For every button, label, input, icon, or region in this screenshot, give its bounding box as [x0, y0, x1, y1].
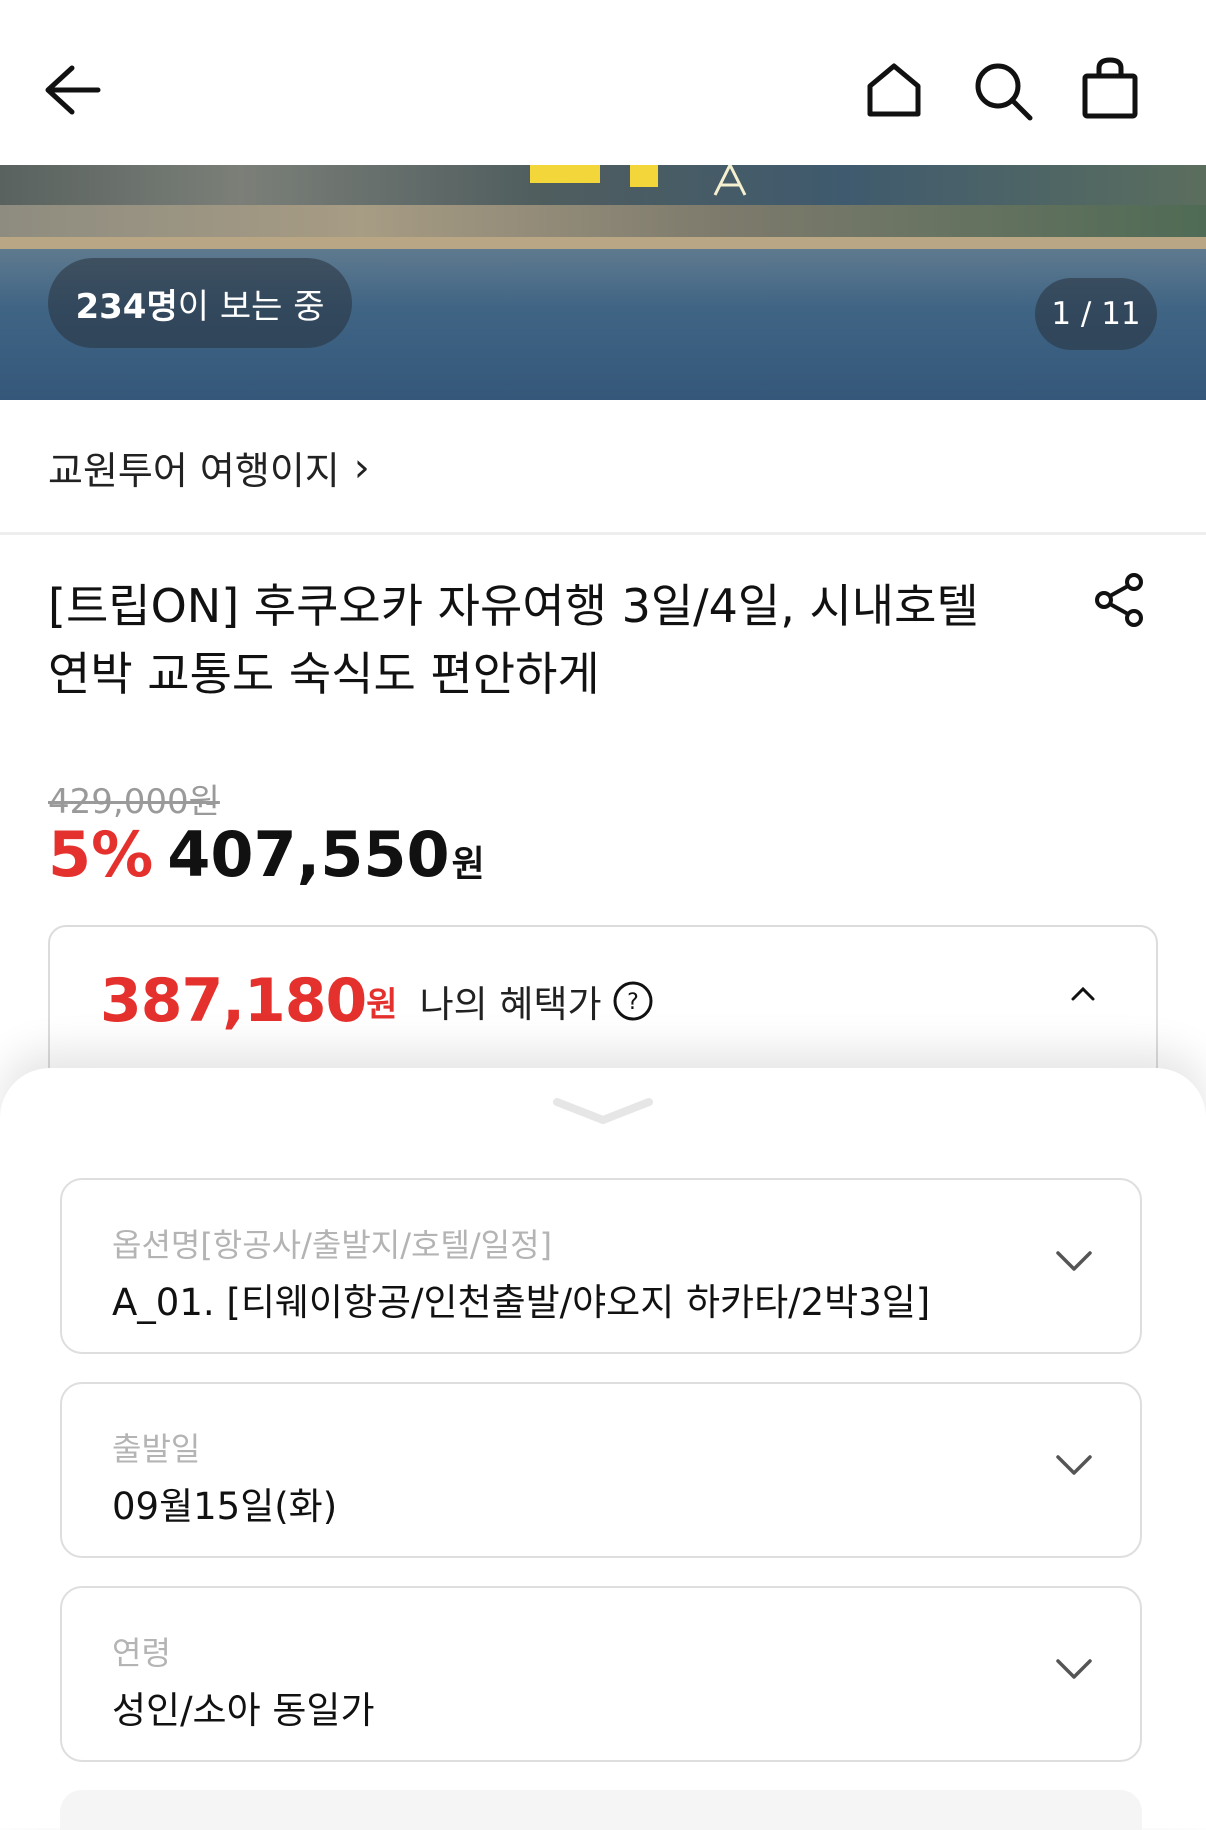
section-divider: [0, 532, 1206, 535]
seller-name: 교원투어 여행이지: [48, 449, 340, 493]
price-row: 5% 407,550 원: [48, 818, 485, 891]
option-select-field[interactable]: 옵션명[항공사/출발지/호텔/일정] A_01. [티웨이항공/인천출발/야오지…: [60, 1178, 1142, 1354]
departure-date-field[interactable]: 출발일 09월15일(화): [60, 1382, 1142, 1558]
departure-date-value: 09월15일(화): [112, 1485, 338, 1528]
age-value: 성인/소아 동일가: [112, 1689, 375, 1732]
age-field[interactable]: 연령 성인/소아 동일가: [60, 1586, 1142, 1762]
age-label: 연령: [112, 1634, 171, 1672]
price-unit: 원: [451, 844, 485, 885]
chevron-up-icon[interactable]: [1070, 984, 1096, 1002]
benefit-label: 나의 혜택가: [419, 983, 602, 1026]
departure-date-label: 출발일: [112, 1430, 201, 1468]
arrow-left-icon[interactable]: [42, 62, 102, 118]
chevron-right-icon: ›: [353, 444, 370, 491]
viewers-count: 234명: [75, 286, 178, 327]
seller-link[interactable]: 교원투어 여행이지 ›: [48, 440, 370, 495]
chevron-down-icon: [1056, 1455, 1092, 1475]
discount-rate: 5%: [48, 818, 154, 891]
sale-price: 407,550: [167, 818, 450, 891]
benefit-price-unit: 원: [366, 984, 398, 1025]
option-value: A_01. [티웨이항공/인천출발/야오지 하카타/2박3일]: [112, 1281, 931, 1324]
next-field-peek: [60, 1790, 1142, 1830]
help-icon[interactable]: ?: [612, 980, 654, 1022]
product-title: [트립ON] 후쿠오카 자유여행 3일/4일, 시내호텔 연박 교통도 숙식도 …: [48, 579, 979, 701]
top-bar: [0, 0, 1206, 165]
image-counter: 1 / 11: [1035, 278, 1157, 350]
benefit-row: 387,180 원 나의 혜택가 ?: [100, 966, 654, 1036]
chevron-down-icon: [1056, 1659, 1092, 1679]
share-icon[interactable]: [1092, 572, 1148, 628]
search-icon[interactable]: [972, 60, 1034, 122]
option-bottom-sheet: 옵션명[항공사/출발지/호텔/일정] A_01. [티웨이항공/인천출발/야오지…: [0, 1068, 1206, 1828]
viewers-suffix: 이 보는 중: [177, 286, 325, 327]
chevron-down-icon: [1056, 1251, 1092, 1271]
home-icon[interactable]: [864, 60, 924, 120]
option-label: 옵션명[항공사/출발지/호텔/일정]: [112, 1226, 553, 1264]
viewers-badge: 234명 이 보는 중: [48, 258, 352, 348]
hero-sign-graphic: [530, 165, 747, 196]
benefit-price: 387,180: [100, 966, 367, 1036]
original-price: 429,000원: [48, 782, 220, 822]
svg-text:?: ?: [627, 990, 639, 1015]
shopping-bag-icon[interactable]: [1080, 56, 1140, 120]
sheet-handle-chevron-icon[interactable]: [553, 1096, 653, 1126]
